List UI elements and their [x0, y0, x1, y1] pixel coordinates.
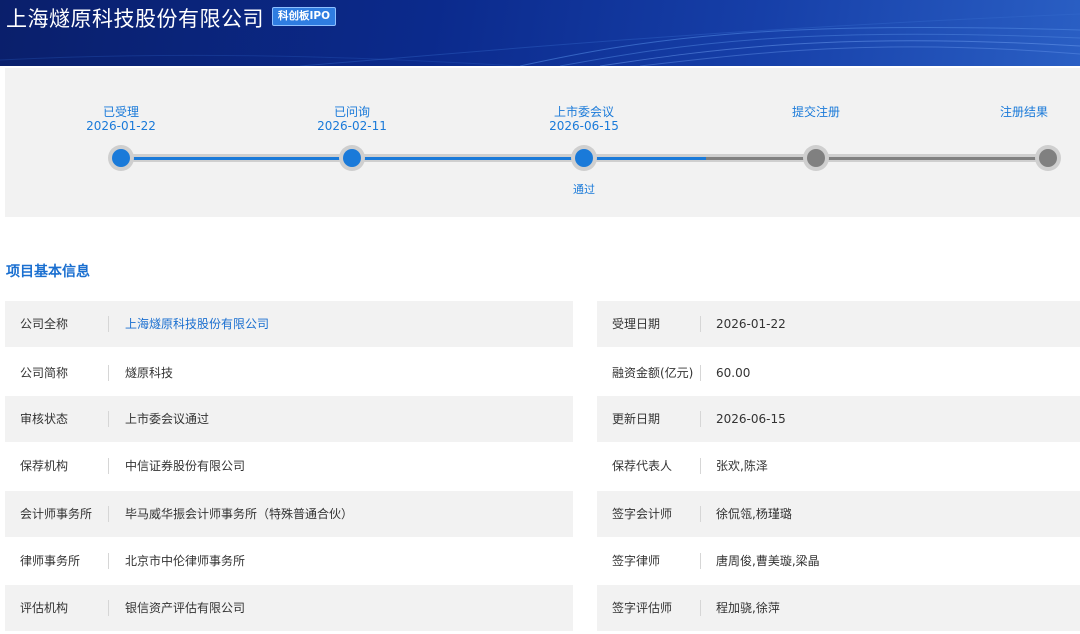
- info-value: 程加骁,徐萍: [716, 601, 780, 615]
- info-label: 会计师事务所: [20, 507, 93, 521]
- company-name-link[interactable]: 上海燧原科技股份有限公司: [125, 301, 269, 347]
- info-row-update-date: 更新日期 2026-06-15: [597, 396, 1080, 442]
- info-value: 张欢,陈泽: [716, 459, 768, 473]
- info-row-sponsor: 保荐机构 中信证券股份有限公司: [5, 443, 573, 489]
- step-3-dot: [575, 149, 593, 167]
- info-value: 唐周俊,曹美璇,梁晶: [716, 554, 820, 568]
- divider: [108, 411, 109, 427]
- info-label: 更新日期: [612, 412, 661, 426]
- step-3-node: [571, 145, 597, 171]
- step-5-node: [1035, 145, 1061, 171]
- divider: [108, 458, 109, 474]
- info-label: 签字会计师: [612, 507, 673, 521]
- info-value: 中信证券股份有限公司: [125, 459, 246, 473]
- step-2-dot: [343, 149, 361, 167]
- step-1-date: 2026-01-22: [86, 119, 156, 133]
- info-value: 徐侃瓴,杨瑾璐: [716, 507, 792, 521]
- step-5-name: 注册结果: [999, 105, 1048, 119]
- info-label: 公司全称: [20, 317, 69, 331]
- divider: [108, 600, 109, 616]
- info-label: 融资金额(亿元): [612, 366, 694, 380]
- step-4-node: [803, 145, 829, 171]
- divider: [700, 506, 701, 522]
- info-row-review-status: 审核状态 上市委会议通过: [5, 396, 573, 442]
- info-value: 2026-01-22: [716, 317, 786, 331]
- step-1-node: [108, 145, 134, 171]
- info-value: 毕马威华振会计师事务所（特殊普通合伙）: [125, 507, 354, 521]
- info-row-signing-appraisers: 签字评估师 程加骁,徐萍: [597, 585, 1080, 631]
- info-label: 审核状态: [20, 412, 69, 426]
- info-row-accounting-firm: 会计师事务所 毕马威华振会计师事务所（特殊普通合伙）: [5, 491, 573, 537]
- divider: [108, 553, 109, 569]
- progress-line-completed: [121, 157, 706, 160]
- header-banner: 上海燧原科技股份有限公司 科创板IPO: [0, 0, 1080, 66]
- info-label: 公司简称: [20, 366, 69, 380]
- divider: [700, 553, 701, 569]
- step-3-name: 上市委会议: [553, 105, 614, 119]
- step-2-date: 2026-02-11: [317, 119, 387, 133]
- info-label: 签字律师: [612, 554, 661, 568]
- info-value: 上市委会议通过: [125, 412, 210, 426]
- divider: [108, 506, 109, 522]
- step-2-node: [339, 145, 365, 171]
- divider: [700, 600, 701, 616]
- info-row-company-name: 公司全称 上海燧原科技股份有限公司: [5, 301, 573, 347]
- info-value: 银信资产评估有限公司: [125, 601, 246, 615]
- info-row-sponsor-reps: 保荐代表人 张欢,陈泽: [597, 443, 1080, 489]
- divider: [700, 365, 701, 381]
- step-2-name: 已问询: [333, 105, 370, 119]
- divider: [700, 458, 701, 474]
- step-3-result: 通过: [573, 183, 595, 196]
- info-label: 受理日期: [612, 317, 661, 331]
- info-label: 保荐代表人: [612, 459, 673, 473]
- info-label: 签字评估师: [612, 601, 673, 615]
- info-label: 评估机构: [20, 601, 69, 615]
- step-5-dot: [1039, 149, 1057, 167]
- step-1-label: 已受理 2026-01-22: [51, 105, 191, 133]
- step-4-label: 提交注册: [746, 105, 886, 119]
- info-row-appraisal-firm: 评估机构 银信资产评估有限公司: [5, 585, 573, 631]
- info-row-signing-accountants: 签字会计师 徐侃瓴,杨瑾璐: [597, 491, 1080, 537]
- company-title: 上海燧原科技股份有限公司: [6, 7, 264, 31]
- info-label: 律师事务所: [20, 554, 81, 568]
- info-row-law-firm: 律师事务所 北京市中伦律师事务所: [5, 538, 573, 584]
- info-row-short-name: 公司简称 燧原科技: [5, 350, 573, 396]
- divider: [700, 411, 701, 427]
- step-3-date: 2026-06-15: [549, 119, 619, 133]
- section-title-basic-info: 项目基本信息: [6, 264, 90, 280]
- info-value: 北京市中伦律师事务所: [125, 554, 246, 568]
- step-4-name: 提交注册: [791, 105, 840, 119]
- divider: [108, 316, 109, 332]
- divider: [108, 365, 109, 381]
- step-1-dot: [112, 149, 130, 167]
- step-3-label: 上市委会议 2026-06-15: [514, 105, 654, 133]
- step-5-label: 注册结果: [954, 105, 1080, 119]
- board-badge: 科创板IPO: [272, 7, 337, 26]
- info-value: 2026-06-15: [716, 412, 786, 426]
- info-label: 保荐机构: [20, 459, 69, 473]
- info-value: 60.00: [716, 366, 751, 380]
- divider: [700, 316, 701, 332]
- step-2-label: 已问询 2026-02-11: [282, 105, 422, 133]
- step-1-name: 已受理: [102, 105, 139, 119]
- progress-panel: 已受理 2026-01-22 已问询 2026-02-11 上市委会议 2026…: [5, 68, 1080, 217]
- info-row-signing-lawyers: 签字律师 唐周俊,曹美璇,梁晶: [597, 538, 1080, 584]
- info-row-accept-date: 受理日期 2026-01-22: [597, 301, 1080, 347]
- progress-line-pending: [706, 157, 1053, 160]
- info-row-financing-amount: 融资金额(亿元) 60.00: [597, 350, 1080, 396]
- step-4-dot: [807, 149, 825, 167]
- info-value: 燧原科技: [125, 366, 174, 380]
